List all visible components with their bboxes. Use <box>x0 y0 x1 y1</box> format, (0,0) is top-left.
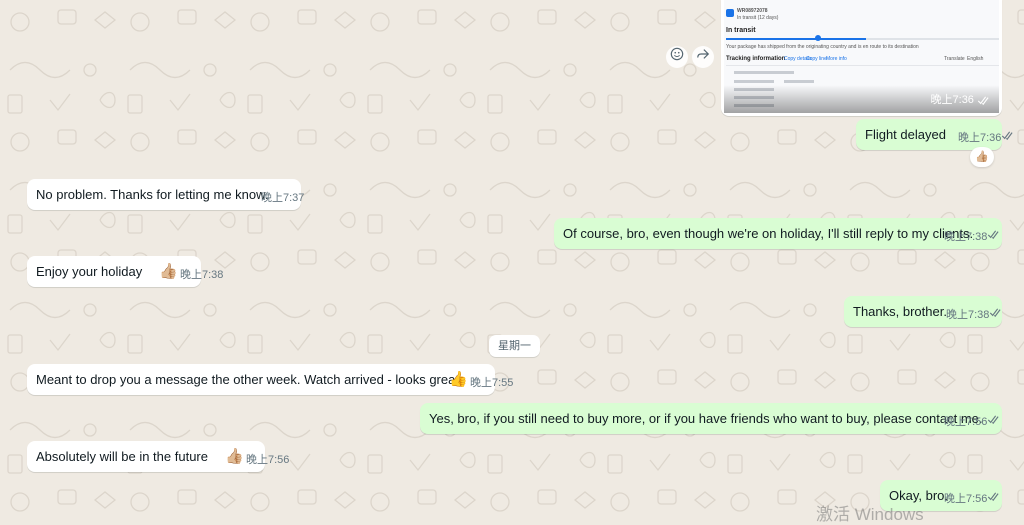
copy-line-link: Copy line <box>806 56 827 62</box>
status-desc: Your package has shipped from the origin… <box>726 44 919 50</box>
double-check-icon <box>987 492 999 501</box>
outgoing-message[interactable]: Yes, bro, if you still need to buy more,… <box>420 403 1002 434</box>
progress-dot <box>815 35 821 41</box>
day-divider: 星期一 <box>489 335 540 357</box>
message-timestamp: 晚上7:56 <box>944 493 988 505</box>
outgoing-message[interactable]: Of course, bro, even though we're on hol… <box>554 218 1002 249</box>
incoming-message[interactable]: Absolutely will be in the future 👍🏼 晚上7:56 <box>27 441 289 472</box>
reaction-emoji: 👍🏼 <box>975 151 989 163</box>
more-info-link: More info <box>826 56 847 62</box>
event-row <box>784 80 814 83</box>
double-check-icon <box>987 415 999 424</box>
progress-fill <box>726 38 866 40</box>
carrier-logo <box>726 9 734 17</box>
incoming-message[interactable]: Meant to drop you a message the other we… <box>27 364 513 395</box>
event-row <box>734 71 794 74</box>
status-title: In transit <box>726 27 756 34</box>
message-text: Of course, bro, even though we're on hol… <box>563 226 974 241</box>
outgoing-message[interactable]: Flight delayed 晚上7:36 <box>856 119 1013 150</box>
tracking-title: Tracking information <box>726 56 786 62</box>
message-reaction[interactable]: 👍🏼 <box>970 147 994 167</box>
tracking-code: WR08972078 <box>737 8 768 14</box>
message-text: Meant to drop you a message the other we… <box>36 372 459 387</box>
forward-icon[interactable] <box>692 46 714 68</box>
double-check-icon <box>987 230 999 239</box>
message-timestamp: 晚上7:38 <box>180 269 224 281</box>
message-text: Yes, bro, if you still need to buy more,… <box>429 411 983 426</box>
incoming-message[interactable]: Enjoy your holiday 👍🏼 晚上7:38 <box>27 256 223 287</box>
thumbs-up-icon: 👍 <box>449 371 468 388</box>
message-text: Thanks, brother. <box>853 304 947 319</box>
tracking-sub: In transit (12 days) <box>737 15 779 21</box>
windows-activation-watermark: 激活 Windows <box>816 505 924 524</box>
thumbs-up-icon: 👍🏼 <box>159 263 178 280</box>
double-check-icon <box>1001 131 1013 140</box>
message-text: No problem. Thanks for letting me know. <box>36 187 269 202</box>
message-text: Absolutely will be in the future <box>36 449 208 464</box>
message-text: Enjoy your holiday <box>36 264 143 279</box>
outgoing-message[interactable]: Thanks, brother. 晚上7:38 <box>844 296 1002 327</box>
translate-label: Translate <box>944 56 965 62</box>
double-check-icon <box>989 308 1001 317</box>
message-timestamp: 晚上7:55 <box>470 377 514 389</box>
message-text: Flight delayed <box>865 127 946 142</box>
message-timestamp: 晚上7:56 <box>944 416 988 428</box>
message-timestamp: 晚上7:38 <box>946 309 990 321</box>
thumbs-up-icon: 👍🏼 <box>225 448 244 465</box>
image-time: 晚上7:36 <box>931 91 991 107</box>
double-check-icon <box>977 96 989 105</box>
divider <box>726 65 999 66</box>
incoming-message[interactable]: No problem. Thanks for letting me know. 晚… <box>27 179 304 210</box>
message-timestamp: 晚上7:38 <box>944 231 988 243</box>
tracking-screenshot: WR08972078 In transit (12 days) In trans… <box>724 0 999 113</box>
message-timestamp: 晚上7:56 <box>246 454 290 466</box>
image-timestamp: 晚上7:36 <box>930 94 974 106</box>
image-message[interactable]: WR08972078 In transit (12 days) In trans… <box>721 0 1002 116</box>
message-timestamp: 晚上7:37 <box>261 192 305 204</box>
language-value: English <box>967 56 984 62</box>
event-row <box>734 80 774 83</box>
emoji-icon[interactable] <box>666 46 688 68</box>
